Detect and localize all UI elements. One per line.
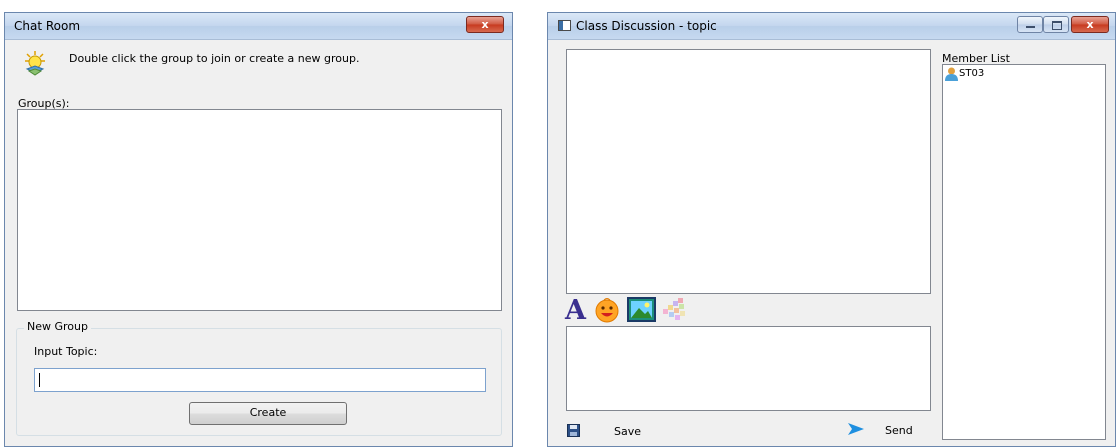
send-arrow-icon[interactable] — [848, 423, 864, 435]
svg-text:A: A — [564, 295, 587, 323]
chat-room-close-button[interactable]: x — [466, 16, 504, 33]
class-discussion-title-bar[interactable]: Class Discussion - topic x — [548, 13, 1115, 40]
hint-text: Double click the group to join or create… — [69, 52, 360, 65]
message-input[interactable] — [566, 326, 931, 411]
picture-icon[interactable] — [627, 297, 656, 322]
chat-room-title-bar[interactable]: Chat Room x — [5, 13, 512, 40]
class-discussion-title: Class Discussion - topic — [576, 19, 717, 33]
save-button[interactable]: Save — [614, 425, 641, 438]
lightbulb-icon — [25, 51, 45, 76]
member-name: ST03 — [959, 68, 985, 79]
close-icon: x — [1086, 18, 1094, 31]
text-cursor — [39, 373, 40, 387]
chat-room-title: Chat Room — [14, 19, 81, 33]
save-icon[interactable] — [567, 424, 580, 437]
font-icon[interactable]: A — [564, 295, 588, 323]
send-button[interactable]: Send — [885, 424, 913, 437]
color-palette-icon[interactable] — [661, 298, 687, 322]
user-icon — [945, 67, 958, 81]
input-topic-field[interactable] — [34, 368, 486, 392]
class-discussion-window: Class Discussion - topic x A Save Send M… — [547, 12, 1116, 447]
app-window-icon — [558, 20, 571, 31]
messages-area[interactable] — [566, 49, 931, 294]
emoticon-icon[interactable] — [594, 297, 620, 323]
maximize-button[interactable] — [1043, 16, 1069, 33]
new-group-legend: New Group — [24, 320, 91, 333]
minimize-button[interactable] — [1017, 16, 1043, 33]
member-list[interactable]: ST03 — [942, 64, 1106, 440]
groups-list[interactable] — [17, 109, 502, 311]
chat-room-window: Chat Room x Double click the group to jo… — [4, 12, 513, 447]
maximize-icon — [1052, 21, 1062, 30]
minimize-icon — [1026, 26, 1035, 28]
create-button[interactable]: Create — [189, 402, 347, 425]
close-icon: x — [481, 18, 489, 31]
input-topic-label: Input Topic: — [34, 345, 98, 358]
new-group-fieldset: New Group Input Topic: Create — [16, 320, 502, 436]
class-discussion-close-button[interactable]: x — [1071, 16, 1109, 33]
